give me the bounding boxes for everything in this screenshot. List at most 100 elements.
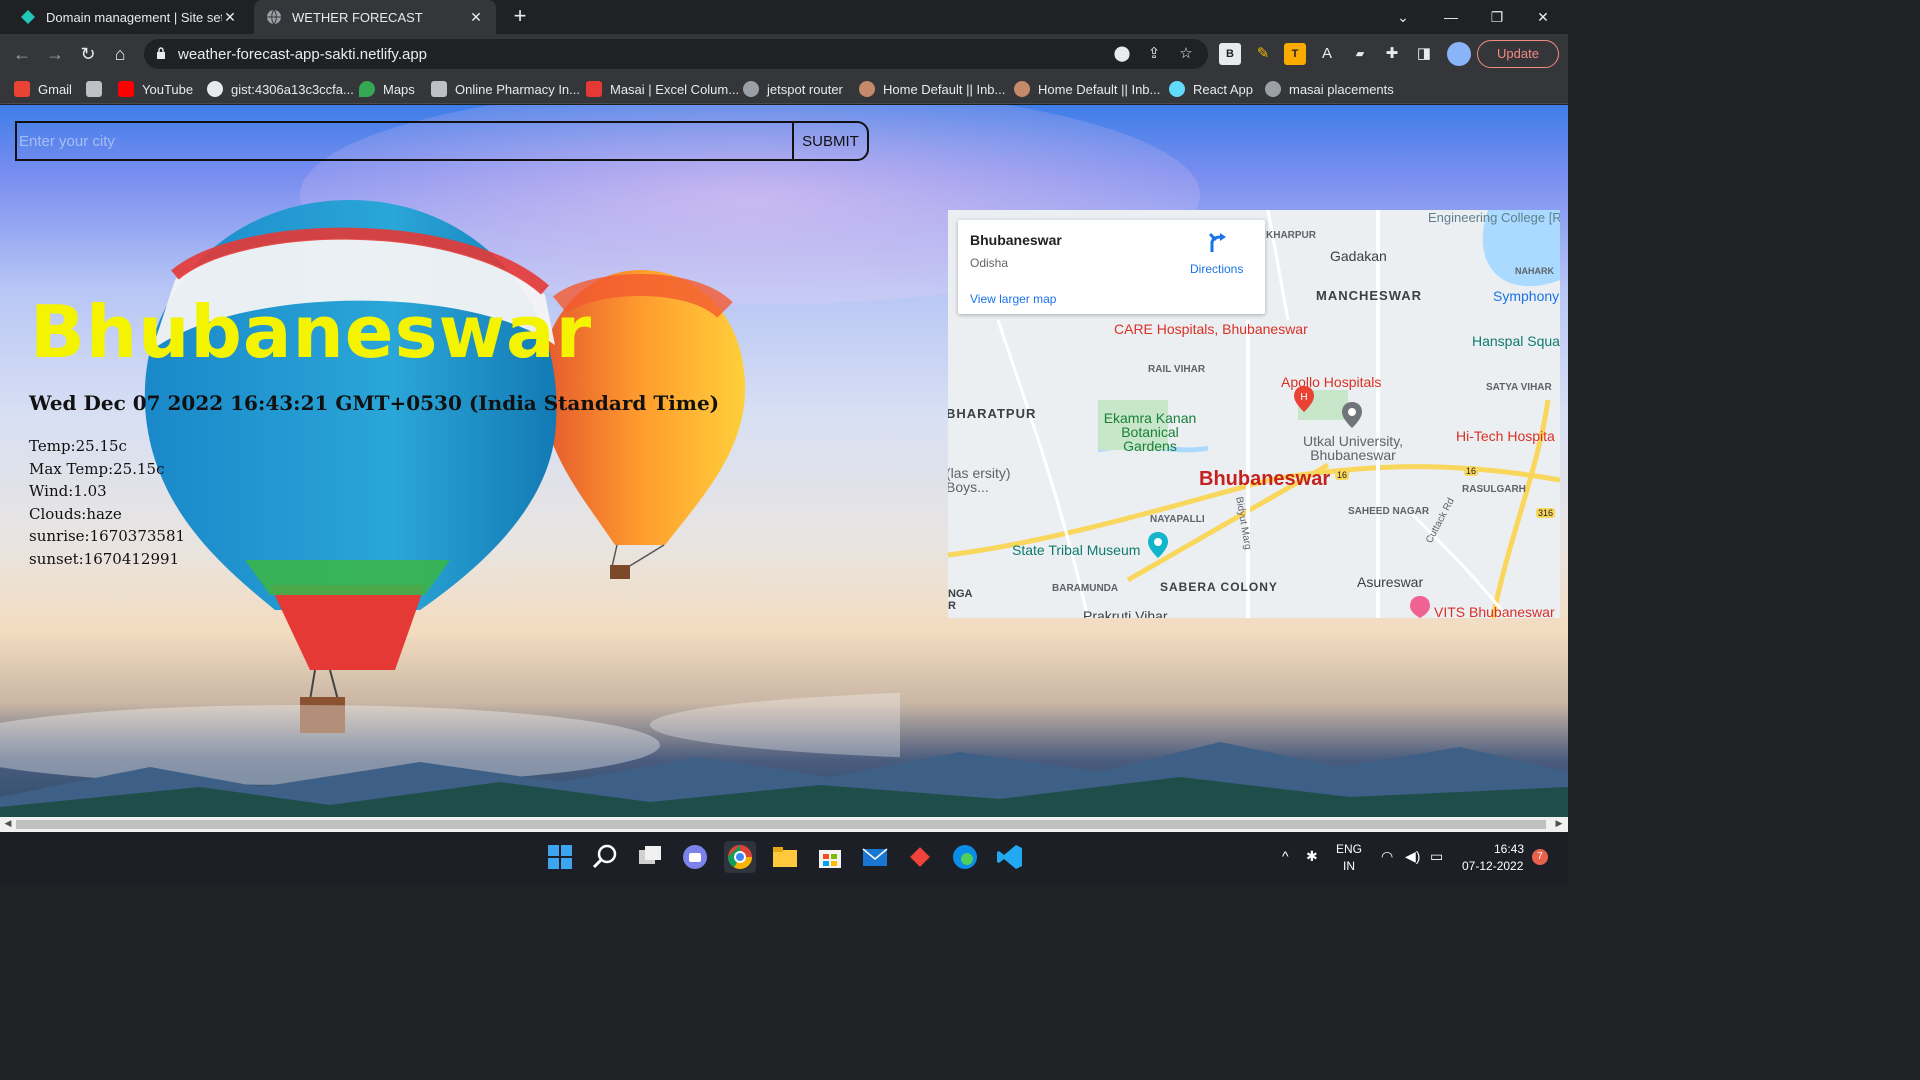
close-icon[interactable]: ✕ [468,9,484,26]
extension-b-icon[interactable]: B [1219,43,1241,65]
file-explorer-icon[interactable] [769,841,801,873]
windows-start-icon[interactable] [544,841,576,873]
svg-text:H: H [1300,392,1307,403]
battery-icon[interactable]: ▭ [1430,848,1443,865]
tray-app-icon[interactable]: ✱ [1306,848,1318,865]
bookmark-gmail[interactable]: Gmail [14,79,72,99]
pen-extension-icon[interactable]: ✎ [1252,43,1274,65]
address-bar[interactable]: weather-forecast-app-sakti.netlify.app ⬤… [144,39,1208,69]
map-label-asureswar: Asureswar [1357,574,1424,590]
chrome-icon[interactable] [724,841,756,873]
bookmark-home-default-1[interactable]: Home Default || Inb... [859,79,1005,99]
update-button[interactable]: Update [1477,40,1559,68]
bookmark-youtube[interactable]: YouTube [118,79,193,99]
image-icon [431,81,447,97]
view-larger-map-link[interactable]: View larger map [970,292,1056,306]
map-label-care-hospitals: CARE Hospitals, Bhubaneswar [1114,321,1308,337]
bookmark-home-default-2[interactable]: Home Default || Inb... [1014,79,1160,99]
mail-icon[interactable] [859,841,891,873]
maximize-button[interactable]: ❐ [1474,0,1520,34]
scroll-left-icon[interactable]: ◀ [1,818,15,829]
weather-stats: Temp:25.15c Max Temp:25.15c Wind:1.03 Cl… [29,435,185,571]
clock-time[interactable]: 16:43 [1494,842,1524,856]
sunset-value: sunset:1670412991 [29,549,180,568]
minimize-button[interactable]: — [1428,0,1474,34]
bookmark-star-icon[interactable]: ☆ [1176,44,1196,64]
side-panel-icon[interactable]: ◨ [1413,43,1435,65]
bookmark-maps[interactable]: Maps [359,79,415,99]
hospital-pin-icon: H [1294,386,1314,412]
edge-icon[interactable] [949,841,981,873]
reload-icon[interactable]: ↻ [76,42,100,66]
notification-badge[interactable]: 7 [1532,849,1548,865]
tab-title: Domain management | Site settin [46,9,222,25]
scroll-right-icon[interactable]: ▶ [1552,818,1566,829]
museum-pin-icon [1148,532,1168,558]
bookmark-pharmacy[interactable]: Online Pharmacy In... [431,79,580,99]
globe-icon [743,81,759,97]
map-label-naharkanta: NAHARK [1515,266,1554,276]
react-icon [1169,81,1185,97]
map-label-utkal-university: Utkal University, Bhubaneswar [1302,433,1404,463]
bookmark-react-app[interactable]: React App [1169,79,1253,99]
extension-t-icon[interactable]: T [1284,43,1306,65]
new-tab-button[interactable]: + [508,4,532,28]
volume-icon[interactable]: ◀) [1405,848,1420,865]
bookmark-jetspot[interactable]: jetspot router [743,79,843,99]
language-indicator-top[interactable]: ENG [1336,842,1362,856]
bookmark-gist[interactable]: gist:4306a13c3ccfa... [207,79,354,99]
submit-button[interactable]: SUBMIT [792,121,869,161]
url-text: weather-forecast-app-sakti.netlify.app [178,46,428,63]
microsoft-store-icon[interactable] [814,841,846,873]
tab-weather-forecast[interactable]: WETHER FORECAST ✕ [254,0,496,34]
avatar[interactable] [1447,42,1471,66]
back-icon[interactable]: ← [10,42,34,66]
city-search-input[interactable] [15,121,794,161]
route-16-badge-east: 16 [1464,466,1479,476]
forward-icon[interactable]: → [43,42,67,66]
wifi-icon[interactable]: ◠ [1381,848,1393,865]
weather-page: SUBMIT Bhubaneswar Wed Dec 07 2022 16:43… [0,105,1568,817]
bookmark-masai-excel[interactable]: Masai | Excel Colum... [586,79,739,99]
read-aloud-icon[interactable]: A [1316,43,1338,65]
map-place-region: Odisha [970,256,1009,270]
extension-icon[interactable]: ▰ [1349,43,1371,65]
puzzle-icon[interactable]: ✚ [1381,43,1403,65]
embedded-google-map[interactable]: Engineering College [REC], Bhubaneswar K… [948,210,1560,618]
map-label-bharatpur: BHARATPUR [948,406,1037,421]
teams-chat-icon[interactable] [679,841,711,873]
tab-title: WETHER FORECAST [292,9,423,25]
language-indicator-bottom[interactable]: IN [1343,859,1355,873]
globe-icon [267,9,281,25]
university-pin-icon [1342,402,1362,428]
map-place-card: Bhubaneswar Odisha View larger map Direc… [958,220,1265,314]
clock-date[interactable]: 07-12-2022 [1462,859,1523,873]
tab-domain-management[interactable]: Domain management | Site settin ✕ [8,0,250,34]
image-icon [86,81,102,97]
home-icon[interactable]: ⌂ [108,42,132,66]
map-label-hitech-hospital: Hi-Tech Hospita [1456,428,1555,444]
directions-icon[interactable] [1208,232,1228,254]
share-icon[interactable]: ⇪ [1144,44,1164,64]
current-datetime: Wed Dec 07 2022 16:43:21 GMT+0530 (India… [29,391,720,415]
temp-value: Temp:25.15c [29,437,127,455]
tray-chevron-icon[interactable]: ^ [1282,848,1289,864]
github-icon [207,81,223,97]
map-label-mancheswar: MANCHESWAR [1316,288,1423,303]
windows-taskbar: ^ ✱ ENG IN ◠ ◀) ▭ 16:43 07-12-2022 7 [0,832,1568,882]
bookmark-masai-placements[interactable]: masai placements [1265,79,1394,99]
location-icon[interactable]: ⬤ [1112,44,1132,64]
close-icon[interactable]: ✕ [222,9,238,26]
map-label-symphony: Symphony [1493,288,1560,304]
bookmark-img[interactable] [86,79,110,99]
horizontal-scrollbar[interactable]: ◀ ▶ [0,817,1568,832]
vscode-icon[interactable] [994,841,1026,873]
route-316-badge: 316 [1536,508,1556,518]
task-view-icon[interactable] [634,841,666,873]
directions-link[interactable]: Directions [1190,262,1243,276]
tab-search-icon[interactable]: ⌄ [1380,0,1426,34]
window-close-button[interactable]: ✕ [1520,0,1566,34]
search-icon[interactable] [589,841,621,873]
anydesk-icon[interactable] [904,841,936,873]
scrollbar-thumb[interactable] [16,820,1546,829]
